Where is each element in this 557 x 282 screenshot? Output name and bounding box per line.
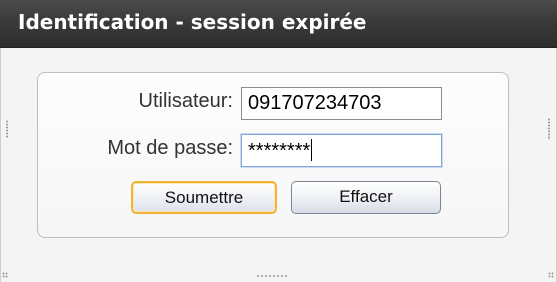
username-label: Utilisateur: [138,90,233,112]
password-label: Mot de passe: [107,137,233,159]
bottom-right-corner-grip-icon[interactable] [548,272,554,278]
bottom-left-corner-grip-icon[interactable] [2,272,8,278]
username-input[interactable]: 091707234703 [241,87,442,120]
clear-button[interactable]: Effacer [291,181,441,214]
password-value: ******** [248,140,311,162]
username-value: 091707234703 [248,92,382,114]
dialog-titlebar[interactable]: Identification - session expirée [0,0,557,48]
dialog-title: Identification - session expirée [18,10,367,34]
bottom-resize-grip-icon[interactable] [256,275,288,277]
text-caret [311,139,313,161]
submit-button[interactable]: Soumettre [131,181,277,214]
password-input[interactable]: ******** [241,134,442,167]
right-resize-grip-icon[interactable] [548,118,550,140]
login-dialog: Identification - session expirée Utilisa… [0,0,557,282]
left-resize-grip-icon[interactable] [6,120,8,138]
